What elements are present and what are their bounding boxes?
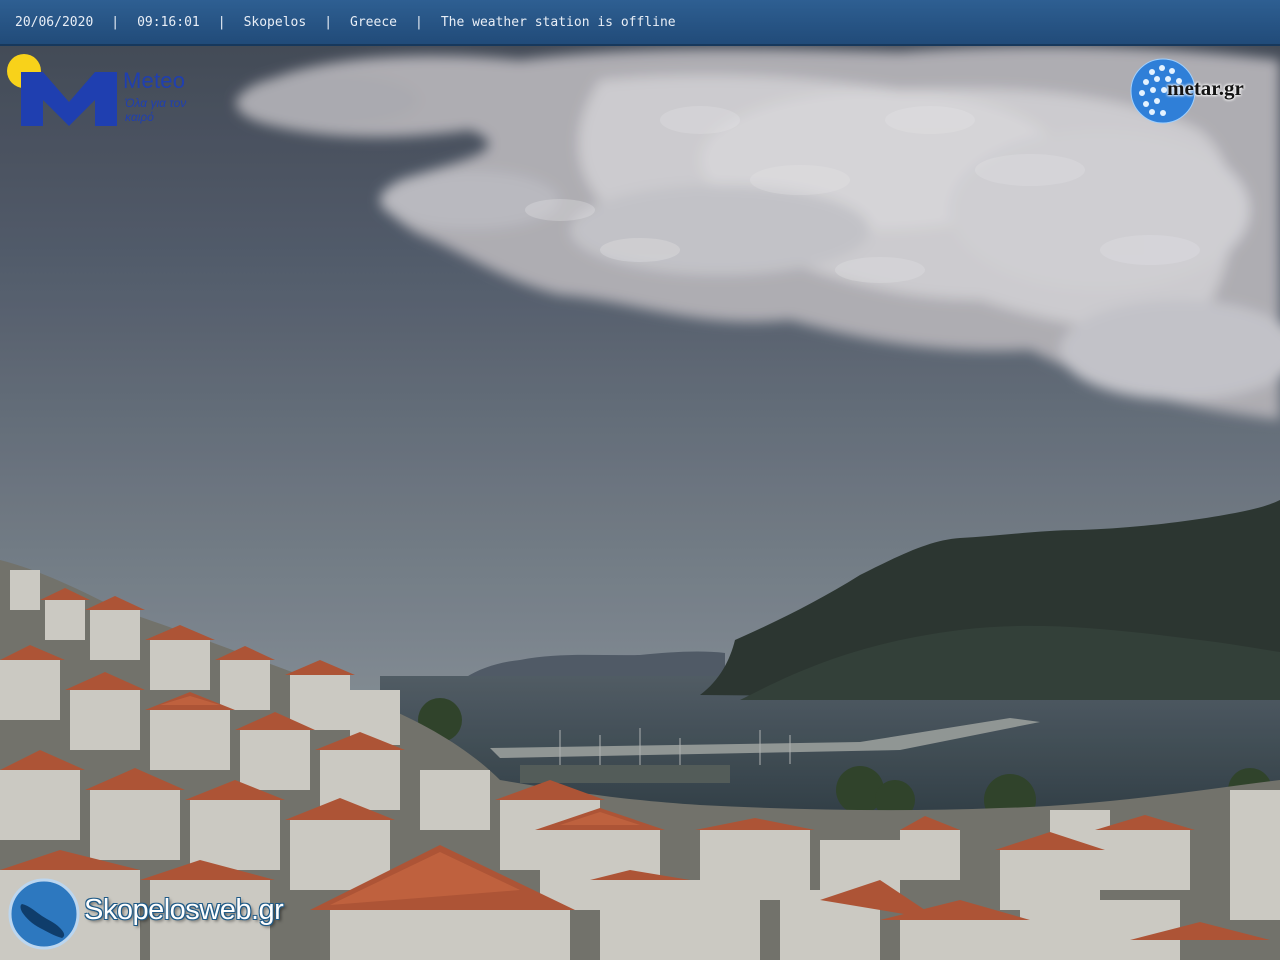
separator: | [414,14,423,30]
meteo-logo: Meteo Όλα για τον καιρό [5,54,205,129]
station-status-text: The weather station is offline [440,14,676,30]
meteo-m-icon [21,72,117,126]
separator: | [324,14,333,30]
country-text: Greece [350,14,397,30]
separator: | [217,14,226,30]
meteo-name: Meteo [123,68,186,93]
info-bar: 20/06/2020 | 09:16:01 | Skopelos | Greec… [0,0,1280,46]
date-text: 20/06/2020 [15,14,94,30]
webcam-photo [0,0,1280,960]
metar-logo: metar.gr [1130,56,1275,126]
skopelosweb-name: Skopelosweb.gr [84,894,284,926]
island-icon [8,878,80,950]
skopelosweb-logo: Skopelosweb.gr [8,878,328,950]
time-text: 09:16:01 [137,14,200,30]
location-text: Skopelos [243,14,307,30]
webcam-frame: 20/06/2020 | 09:16:01 | Skopelos | Greec… [0,0,1280,960]
metar-name: metar.gr [1167,76,1244,100]
meteo-tagline: Όλα για τον καιρό [125,96,187,124]
photo-vignette [0,0,1280,960]
separator: | [111,14,120,30]
